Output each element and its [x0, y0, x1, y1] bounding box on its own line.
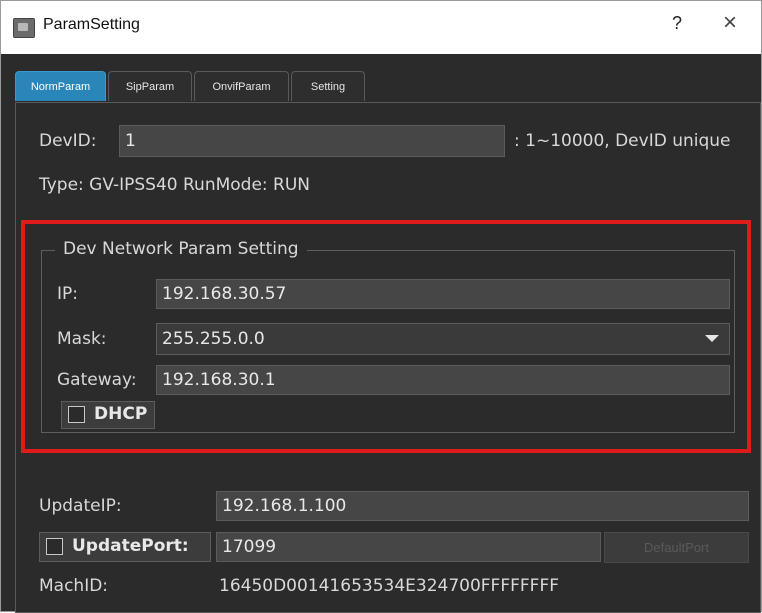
help-button[interactable]: ?: [672, 13, 682, 34]
updateport-label: UpdatePort:: [72, 536, 189, 556]
updateip-input[interactable]: 192.168.1.100: [216, 491, 749, 521]
highlight-box: [21, 220, 751, 453]
tab-normparam[interactable]: NormParam: [15, 71, 106, 101]
tab-setting[interactable]: Setting: [291, 71, 365, 101]
devid-input[interactable]: 1: [119, 125, 505, 157]
close-button[interactable]: ×: [723, 9, 737, 37]
updateport-checkbox[interactable]: UpdatePort:: [39, 532, 211, 562]
title-bar: ParamSetting ? ×: [1, 1, 761, 54]
machid-label: MachID:: [39, 576, 109, 596]
window-title: ParamSetting: [43, 16, 140, 33]
tab-onvifparam[interactable]: OnvifParam: [194, 71, 289, 101]
device-type-text: Type: GV-IPSS40 RunMode: RUN: [39, 175, 311, 195]
machid-value: 16450D00141653534E324700FFFFFFFF: [219, 576, 560, 596]
updateip-label: UpdateIP:: [39, 496, 122, 516]
param-setting-window: ParamSetting ? × NormParam SipParam Onvi…: [0, 0, 762, 613]
default-port-button[interactable]: DefaultPort: [604, 532, 749, 563]
tab-sipparam[interactable]: SipParam: [108, 71, 192, 101]
devid-label: DevID:: [39, 131, 97, 151]
updateport-checkbox-box[interactable]: [46, 538, 63, 555]
devid-hint: : 1~10000, DevID unique: [514, 131, 731, 151]
app-icon: [13, 18, 35, 38]
updateport-input[interactable]: 17099: [216, 532, 601, 562]
